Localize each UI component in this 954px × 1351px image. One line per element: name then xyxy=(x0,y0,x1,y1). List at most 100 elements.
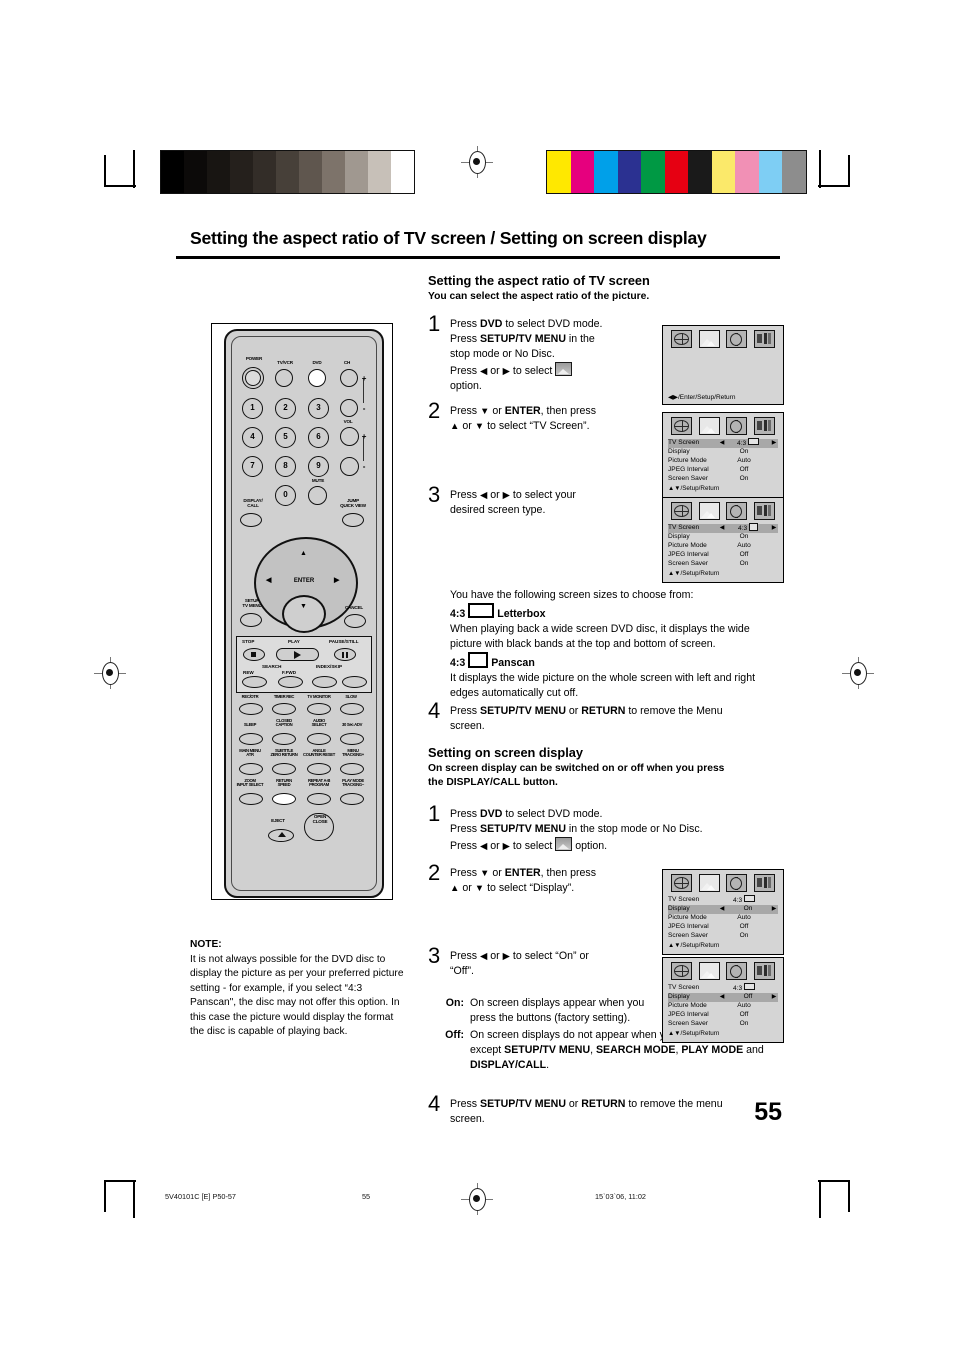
osd-row-label: Screen Saver xyxy=(668,560,708,568)
jump-quickview-label: JUMP QUICK VIEW xyxy=(340,498,366,508)
osd-row-display[interactable]: Display On xyxy=(668,448,778,457)
registration-mark-left xyxy=(94,657,126,689)
left-arrow-icon: ◀ xyxy=(719,994,725,1001)
crop-mark-bl-v xyxy=(104,1180,106,1212)
step-text: Press SETUP/TV MENU or RETURN to remove … xyxy=(450,1098,723,1126)
enter-label: ENTER xyxy=(293,578,315,584)
rewind-button[interactable] xyxy=(242,676,267,688)
volume-down-button[interactable] xyxy=(340,457,359,476)
osd-row-screen-saver[interactable]: Screen Saver On xyxy=(668,1020,778,1029)
playmode-tracking-minus-button[interactable] xyxy=(340,793,364,805)
setup-tvmenu-button[interactable] xyxy=(240,613,262,627)
playmode-tracking-minus-label: PLAY MODE TRACKING– xyxy=(342,778,364,788)
open-close-button[interactable] xyxy=(304,813,334,841)
crop-mark-br-v xyxy=(848,1180,850,1212)
step-number: 4 xyxy=(428,698,441,723)
step-text: Press DVD to select DVD mode. Press SETU… xyxy=(450,808,703,853)
ffwd-button[interactable] xyxy=(278,676,303,688)
tv-monitor-button[interactable] xyxy=(307,703,331,715)
osd-row-label: JPEG Interval xyxy=(668,466,709,474)
osd-row-picture-mode[interactable]: Picture Mode Auto xyxy=(668,542,778,551)
stop-icon xyxy=(251,652,256,657)
search-label: SEARCH xyxy=(262,664,282,669)
pause-still-button[interactable] xyxy=(334,648,356,661)
color-swatch-10 xyxy=(782,151,806,193)
osd-row-picture-mode[interactable]: Picture Mode Auto xyxy=(668,1002,778,1011)
step-number: 2 xyxy=(428,860,441,885)
osd-row-tv-screen[interactable]: TV Screen ◀ 4:3 ▶ xyxy=(668,523,778,533)
grayscale-swatch-5 xyxy=(276,151,299,193)
letterbox-icon xyxy=(744,983,755,991)
return-speed-button[interactable] xyxy=(272,793,296,805)
down-arrow-icon: ▼ xyxy=(480,867,490,879)
osd-row-screen-saver[interactable]: Screen Saver On xyxy=(668,932,778,941)
osd-footer-hint: ▲▼/Setup/Return xyxy=(668,1030,720,1037)
mute-button[interactable] xyxy=(308,486,327,505)
channel-down-button[interactable] xyxy=(340,399,358,417)
audio-select-button[interactable] xyxy=(307,733,331,745)
rec-otr-button[interactable] xyxy=(239,703,263,715)
power-label: POWER xyxy=(245,356,263,361)
osd-row-jpeg-interval[interactable]: JPEG Interval Off xyxy=(668,466,778,475)
letterbox-name: Letterbox xyxy=(497,608,546,621)
osd-row-value: On xyxy=(739,1020,749,1028)
left-arrow-icon: ◀ xyxy=(480,950,488,962)
osd-row-screen-saver[interactable]: Screen Saver On xyxy=(668,560,778,569)
osd-settings-list: TV Screen 4:3 Display ◀ Off ▶ Picture Mo… xyxy=(663,983,783,1042)
osd-row-screen-saver[interactable]: Screen Saver On xyxy=(668,475,778,484)
eject-icon xyxy=(278,832,286,837)
repeat-ab-program-button[interactable] xyxy=(307,793,331,805)
panscan-description: It displays the wide picture on the whol… xyxy=(450,672,756,700)
jump-quickview-button[interactable] xyxy=(342,513,364,527)
osd-row-display[interactable]: Display ◀ On ▶ xyxy=(668,905,778,914)
section2-heading: Setting on screen display xyxy=(428,745,584,760)
step-number: 1 xyxy=(428,311,441,336)
panscan-icon xyxy=(468,652,489,669)
crop-mark-bl2 xyxy=(133,1180,135,1218)
remote-control-illustration: POWER TV/VCR DVD CH + 1 2 3 - 4 5 6 xyxy=(211,323,393,900)
osd-row-tv-screen[interactable]: TV Screen ◀ 4:3 ▶ xyxy=(668,438,778,448)
main-menu-atr-button[interactable] xyxy=(239,763,263,775)
osd-row-label: Display xyxy=(668,448,690,456)
channel-up-button[interactable] xyxy=(340,369,358,387)
osd-row-value: Auto xyxy=(737,542,751,550)
skip-prev-button[interactable] xyxy=(312,676,337,688)
osd-row-tv-screen[interactable]: TV Screen 4:3 xyxy=(668,983,778,993)
footer-right: 15`03`06, 11:02 xyxy=(595,1192,646,1201)
cancel-button[interactable] xyxy=(344,614,366,628)
osd-row-picture-mode[interactable]: Picture Mode Auto xyxy=(668,457,778,466)
settings-icon xyxy=(753,417,775,435)
tvvcr-button[interactable] xyxy=(275,369,293,387)
zoom-input-select-button[interactable] xyxy=(239,793,263,805)
osd-row-tv-screen[interactable]: TV Screen 4:3 xyxy=(668,895,778,905)
30-sec-adv-button[interactable] xyxy=(340,733,364,745)
osd-row-picture-mode[interactable]: Picture Mode Auto xyxy=(668,914,778,923)
dvd-button[interactable] xyxy=(308,369,326,387)
slow-button[interactable] xyxy=(340,703,364,715)
angle-counter-reset-button[interactable] xyxy=(307,763,331,775)
osd-row-label: TV Screen xyxy=(668,896,700,904)
letterbox-icon xyxy=(748,438,759,446)
display-call-button[interactable] xyxy=(240,513,262,527)
vol-label: VOL xyxy=(343,419,353,424)
panscan-ratio: 4:3 xyxy=(450,657,466,670)
skip-next-button[interactable] xyxy=(342,676,367,688)
volume-up-button[interactable] xyxy=(340,427,359,446)
menu-tracking-plus-button[interactable] xyxy=(340,763,364,775)
osd-row-jpeg-interval[interactable]: JPEG Interval Off xyxy=(668,1011,778,1020)
osd-row-jpeg-interval[interactable]: JPEG Interval Off xyxy=(668,551,778,560)
section1-step-4: 4 Press SETUP/TV MENU or RETURN to remov… xyxy=(428,698,768,734)
osd-row-display[interactable]: Display ◀ Off ▶ xyxy=(668,993,778,1002)
enter-button[interactable] xyxy=(282,594,326,633)
osd-row-jpeg-interval[interactable]: JPEG Interval Off xyxy=(668,923,778,932)
color-swatch-4 xyxy=(641,151,665,193)
30-sec-adv-label: 30 Sec ADV xyxy=(341,722,363,727)
closed-caption-button[interactable] xyxy=(272,733,296,745)
sleep-button[interactable] xyxy=(239,733,263,745)
right-arrow-icon: ▶ xyxy=(771,906,777,913)
timer-rec-button[interactable] xyxy=(272,703,296,715)
up-arrow-icon: ▲ xyxy=(450,882,460,894)
subtitle-zero-return-button[interactable] xyxy=(272,763,296,775)
crop-mark-tl-h xyxy=(104,185,136,187)
osd-row-display[interactable]: Display On xyxy=(668,533,778,542)
